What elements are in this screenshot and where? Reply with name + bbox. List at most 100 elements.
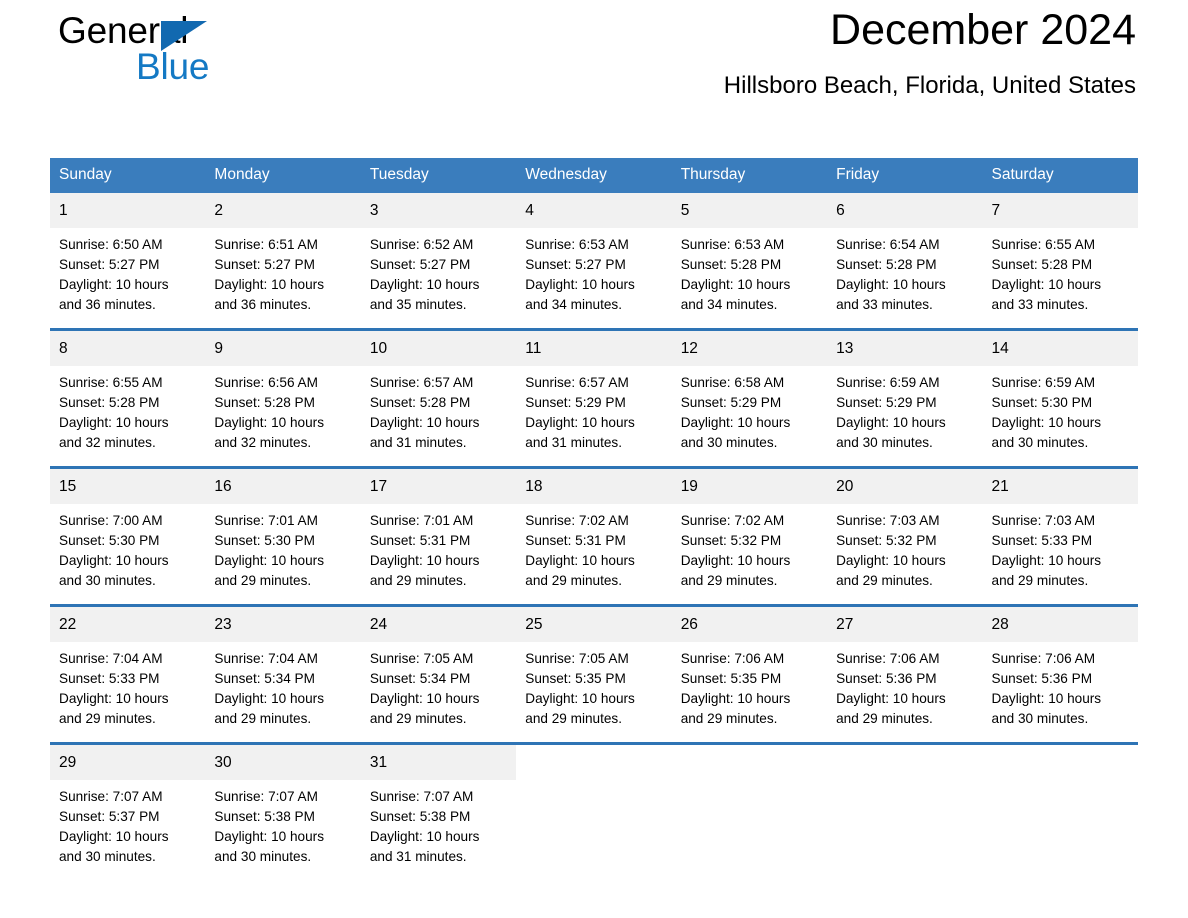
day-number: 23: [205, 607, 361, 642]
day-details: Sunrise: 6:55 AM Sunset: 5:28 PM Dayligh…: [991, 236, 1102, 313]
page-title: December 2024: [830, 6, 1136, 54]
day-cell[interactable]: 3 Sunrise: 6:52 AM Sunset: 5:27 PM Daylig…: [360, 193, 517, 330]
day-number: 20: [827, 469, 983, 504]
day-number: 10: [360, 331, 517, 366]
day-number: 14: [982, 331, 1138, 366]
day-cell[interactable]: 26 Sunrise: 7:06 AM Sunset: 5:35 PM Dayli…: [671, 604, 828, 744]
calendar-week-row: 29 Sunrise: 7:07 AM Sunset: 5:37 PM Dayli…: [50, 742, 1138, 880]
day-number: 26: [671, 607, 828, 642]
day-cell[interactable]: 22 Sunrise: 7:04 AM Sunset: 5:33 PM Dayli…: [50, 604, 206, 744]
day-details: Sunrise: 7:07 AM Sunset: 5:38 PM Dayligh…: [369, 788, 480, 865]
day-number: 3: [360, 193, 517, 228]
day-cell[interactable]: 25 Sunrise: 7:05 AM Sunset: 5:35 PM Dayli…: [516, 604, 672, 744]
weekday-header-sunday: Sunday: [50, 158, 206, 193]
day-details: Sunrise: 7:06 AM Sunset: 5:35 PM Dayligh…: [680, 650, 791, 727]
day-number: 18: [516, 469, 672, 504]
day-details: Sunrise: 6:55 AM Sunset: 5:28 PM Dayligh…: [59, 374, 169, 451]
day-number: 8: [50, 331, 206, 366]
day-cell[interactable]: 10 Sunrise: 6:57 AM Sunset: 5:28 PM Dayli…: [360, 328, 517, 468]
general-blue-logo[interactable]: General Blue: [58, 10, 318, 94]
day-cell[interactable]: 13 Sunrise: 6:59 AM Sunset: 5:29 PM Dayli…: [827, 328, 983, 468]
day-cell[interactable]: 24 Sunrise: 7:05 AM Sunset: 5:34 PM Dayli…: [360, 604, 517, 744]
weekday-header-monday: Monday: [205, 158, 361, 193]
day-details: Sunrise: 6:53 AM Sunset: 5:27 PM Dayligh…: [525, 236, 635, 313]
day-details: Sunrise: 7:05 AM Sunset: 5:34 PM Dayligh…: [369, 650, 480, 727]
calendar-container: Sunday Monday Tuesday Wednesday Thursday…: [50, 158, 1138, 880]
day-details: Sunrise: 6:57 AM Sunset: 5:29 PM Dayligh…: [525, 374, 635, 451]
day-cell-empty: [982, 742, 1138, 880]
weekday-header-wednesday: Wednesday: [516, 158, 672, 193]
day-number: 6: [827, 193, 983, 228]
day-cell-empty: [516, 742, 672, 880]
day-cell[interactable]: 6 Sunrise: 6:54 AM Sunset: 5:28 PM Daylig…: [827, 193, 983, 330]
day-number: 22: [50, 607, 206, 642]
day-details: Sunrise: 7:06 AM Sunset: 5:36 PM Dayligh…: [836, 650, 946, 727]
day-cell[interactable]: 31 Sunrise: 7:07 AM Sunset: 5:38 PM Dayli…: [360, 742, 517, 880]
calendar-table: Sunday Monday Tuesday Wednesday Thursday…: [50, 158, 1138, 880]
day-number: 17: [360, 469, 517, 504]
day-number: 24: [360, 607, 517, 642]
calendar-week-row: 1 Sunrise: 6:50 AM Sunset: 5:27 PM Daylig…: [50, 193, 1138, 330]
day-cell[interactable]: 11 Sunrise: 6:57 AM Sunset: 5:29 PM Dayli…: [516, 328, 672, 468]
day-cell[interactable]: 30 Sunrise: 7:07 AM Sunset: 5:38 PM Dayli…: [205, 742, 361, 880]
day-cell[interactable]: 21 Sunrise: 7:03 AM Sunset: 5:33 PM Dayli…: [982, 466, 1138, 606]
day-cell[interactable]: 18 Sunrise: 7:02 AM Sunset: 5:31 PM Dayli…: [516, 466, 672, 606]
day-details: Sunrise: 7:00 AM Sunset: 5:30 PM Dayligh…: [59, 512, 169, 589]
day-number: 12: [671, 331, 828, 366]
day-number: 16: [205, 469, 361, 504]
day-details: Sunrise: 6:51 AM Sunset: 5:27 PM Dayligh…: [214, 236, 324, 313]
day-number: 7: [982, 193, 1138, 228]
day-details: Sunrise: 6:59 AM Sunset: 5:29 PM Dayligh…: [836, 374, 946, 451]
day-cell[interactable]: 17 Sunrise: 7:01 AM Sunset: 5:31 PM Dayli…: [360, 466, 517, 606]
day-number: 11: [516, 331, 672, 366]
day-cell[interactable]: 12 Sunrise: 6:58 AM Sunset: 5:29 PM Dayli…: [671, 328, 828, 468]
day-cell[interactable]: 15 Sunrise: 7:00 AM Sunset: 5:30 PM Dayli…: [50, 466, 206, 606]
day-number: 19: [671, 469, 828, 504]
day-number: 21: [982, 469, 1138, 504]
day-number: 30: [205, 745, 361, 780]
day-number: 31: [360, 745, 517, 780]
day-cell[interactable]: 16 Sunrise: 7:01 AM Sunset: 5:30 PM Dayli…: [205, 466, 361, 606]
day-number: 5: [671, 193, 828, 228]
page-subtitle: Hillsboro Beach, Florida, United States: [723, 72, 1136, 99]
day-details: Sunrise: 6:58 AM Sunset: 5:29 PM Dayligh…: [680, 374, 791, 451]
day-cell[interactable]: 9 Sunrise: 6:56 AM Sunset: 5:28 PM Daylig…: [205, 328, 361, 468]
day-details: Sunrise: 7:03 AM Sunset: 5:32 PM Dayligh…: [836, 512, 946, 589]
day-details: Sunrise: 6:57 AM Sunset: 5:28 PM Dayligh…: [369, 374, 480, 451]
day-number: 13: [827, 331, 983, 366]
day-cell[interactable]: 27 Sunrise: 7:06 AM Sunset: 5:36 PM Dayli…: [827, 604, 983, 744]
day-cell[interactable]: 23 Sunrise: 7:04 AM Sunset: 5:34 PM Dayli…: [205, 604, 361, 744]
day-number: 25: [516, 607, 672, 642]
weekday-header-friday: Friday: [827, 158, 983, 193]
day-number: 15: [50, 469, 206, 504]
calendar-week-row: 15 Sunrise: 7:00 AM Sunset: 5:30 PM Dayli…: [50, 466, 1138, 606]
day-cell[interactable]: 28 Sunrise: 7:06 AM Sunset: 5:36 PM Dayli…: [982, 604, 1138, 744]
page-header: General Blue December 2024 Hillsboro Bea…: [50, 0, 1138, 110]
day-cell[interactable]: 14 Sunrise: 6:59 AM Sunset: 5:30 PM Dayli…: [982, 328, 1138, 468]
day-details: Sunrise: 7:07 AM Sunset: 5:38 PM Dayligh…: [214, 788, 324, 865]
day-cell[interactable]: 2 Sunrise: 6:51 AM Sunset: 5:27 PM Daylig…: [205, 193, 361, 330]
calendar-page: General Blue December 2024 Hillsboro Bea…: [0, 0, 1188, 918]
day-cell[interactable]: 4 Sunrise: 6:53 AM Sunset: 5:27 PM Daylig…: [516, 193, 672, 330]
day-cell[interactable]: 20 Sunrise: 7:03 AM Sunset: 5:32 PM Dayli…: [827, 466, 983, 606]
day-cell[interactable]: 7 Sunrise: 6:55 AM Sunset: 5:28 PM Daylig…: [982, 193, 1138, 330]
day-details: Sunrise: 7:07 AM Sunset: 5:37 PM Dayligh…: [59, 788, 169, 865]
calendar-week-row: 22 Sunrise: 7:04 AM Sunset: 5:33 PM Dayli…: [50, 604, 1138, 744]
day-number: 4: [516, 193, 672, 228]
logo-word-blue: Blue: [136, 46, 210, 87]
day-details: Sunrise: 7:02 AM Sunset: 5:32 PM Dayligh…: [680, 512, 791, 589]
day-details: Sunrise: 6:52 AM Sunset: 5:27 PM Dayligh…: [369, 236, 480, 313]
day-number: 2: [205, 193, 361, 228]
day-cell[interactable]: 19 Sunrise: 7:02 AM Sunset: 5:32 PM Dayli…: [671, 466, 828, 606]
day-cell[interactable]: 5 Sunrise: 6:53 AM Sunset: 5:28 PM Daylig…: [671, 193, 828, 330]
day-details: Sunrise: 6:53 AM Sunset: 5:28 PM Dayligh…: [680, 236, 791, 313]
day-cell[interactable]: 1 Sunrise: 6:50 AM Sunset: 5:27 PM Daylig…: [50, 193, 206, 330]
day-details: Sunrise: 7:04 AM Sunset: 5:34 PM Dayligh…: [214, 650, 324, 727]
day-cell[interactable]: 8 Sunrise: 6:55 AM Sunset: 5:28 PM Daylig…: [50, 328, 206, 468]
day-cell[interactable]: 29 Sunrise: 7:07 AM Sunset: 5:37 PM Dayli…: [50, 742, 206, 880]
weekday-header-thursday: Thursday: [671, 158, 828, 193]
day-details: Sunrise: 6:50 AM Sunset: 5:27 PM Dayligh…: [59, 236, 169, 313]
day-details: Sunrise: 7:01 AM Sunset: 5:31 PM Dayligh…: [369, 512, 480, 589]
day-details: Sunrise: 6:56 AM Sunset: 5:28 PM Dayligh…: [214, 374, 324, 451]
day-cell-empty: [827, 742, 983, 880]
